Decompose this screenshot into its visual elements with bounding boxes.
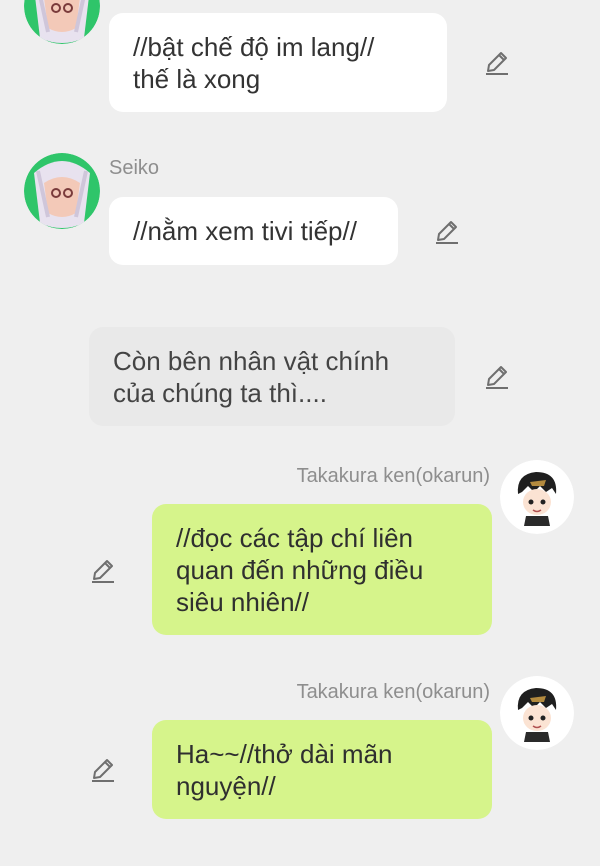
edit-pencil-icon[interactable] <box>89 557 117 590</box>
message-text: //nằm xem tivi tiếp// <box>133 216 357 246</box>
sender-name: Takakura ken(okarun) <box>296 465 490 487</box>
avatar-seiko <box>24 0 100 44</box>
edit-pencil-icon[interactable] <box>483 49 511 82</box>
avatar-okarun <box>500 676 574 750</box>
avatar-okarun <box>500 460 574 534</box>
message-bubble: //nằm xem tivi tiếp// <box>109 197 398 265</box>
message-bubble: //bật chế độ im lang// thế là xong <box>109 13 447 112</box>
message-bubble: //đọc các tập chí liên quan đến những đi… <box>152 504 492 635</box>
sender-name: Takakura ken(okarun) <box>296 681 490 703</box>
message-text: Ha~~//thở dài mãn nguyện// <box>176 739 393 801</box>
sender-name: Seiko <box>109 157 160 179</box>
message-text: //đọc các tập chí liên quan đến những đi… <box>176 523 424 617</box>
message-bubble: Ha~~//thở dài mãn nguyện// <box>152 720 492 819</box>
narration-bubble: Còn bên nhân vật chính của chúng ta thì.… <box>89 327 455 426</box>
message-text: Còn bên nhân vật chính của chúng ta thì.… <box>113 346 390 408</box>
edit-pencil-icon[interactable] <box>89 756 117 789</box>
edit-pencil-icon[interactable] <box>433 218 461 251</box>
message-text: //bật chế độ im lang// thế là xong <box>133 32 375 94</box>
avatar-seiko <box>24 153 100 229</box>
edit-pencil-icon[interactable] <box>483 363 511 396</box>
